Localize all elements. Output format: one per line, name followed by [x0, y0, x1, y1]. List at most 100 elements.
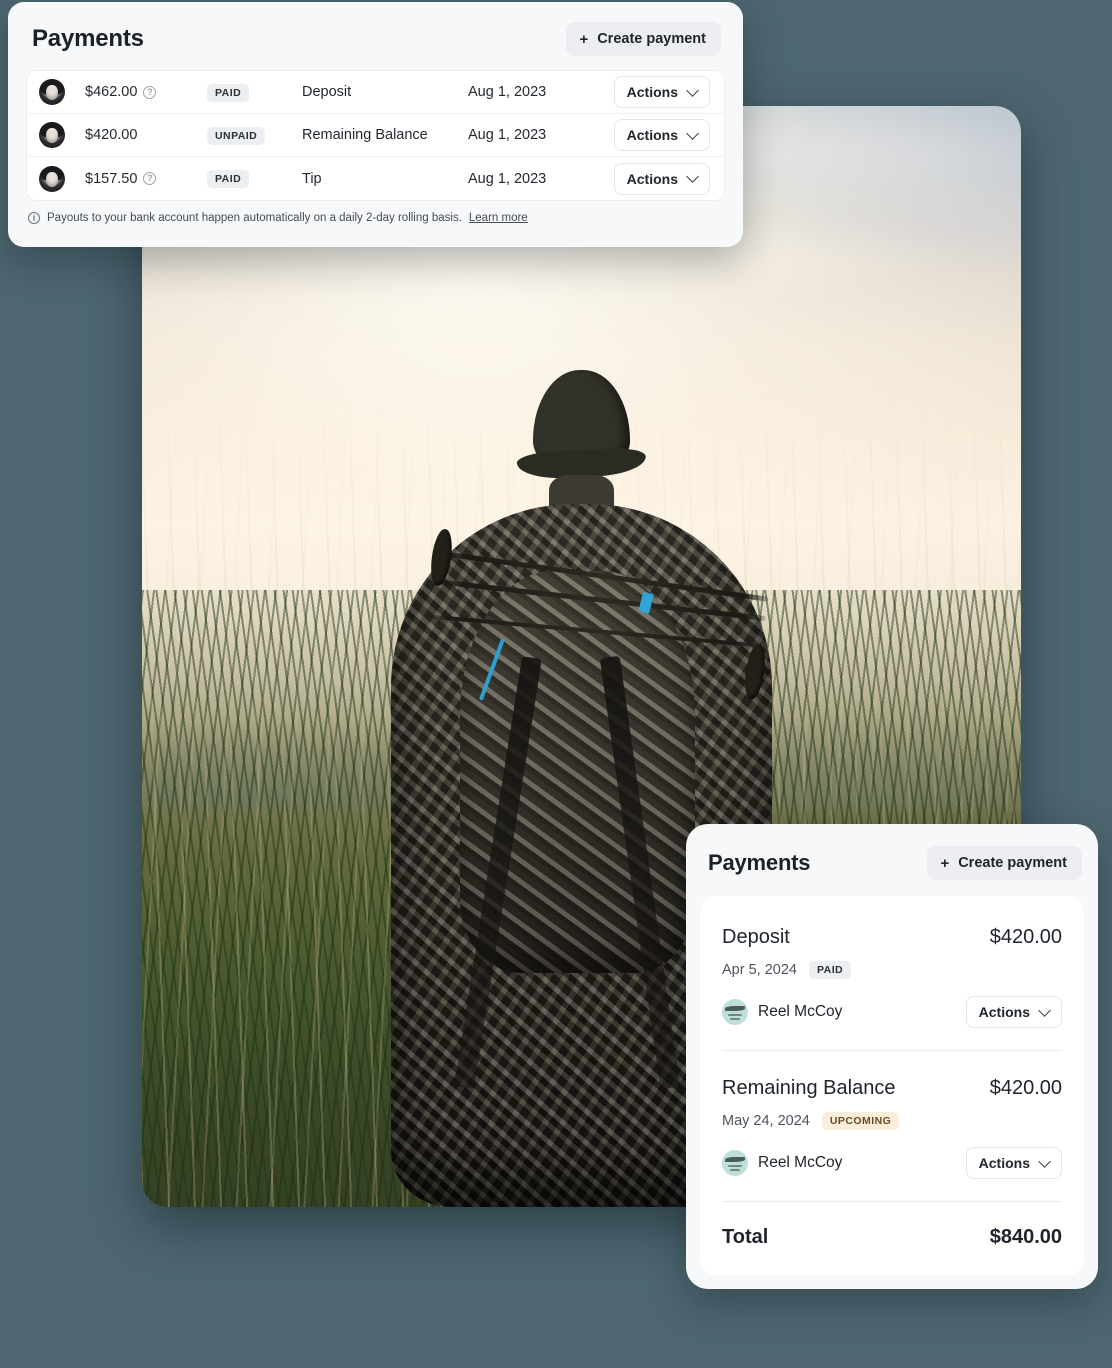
status-badge: PAID	[808, 961, 852, 979]
chevron-down-icon	[686, 83, 699, 97]
list-item-footer: Reel McCoy Actions	[722, 1147, 1062, 1179]
create-payment-button[interactable]: + Create payment	[927, 846, 1082, 880]
payments-table-card: Payments + Create payment $462.00 ? PAID…	[8, 2, 743, 247]
vendor: Reel McCoy	[722, 1150, 842, 1176]
help-icon[interactable]: ?	[143, 172, 157, 185]
plus-icon: +	[940, 854, 950, 872]
table-row[interactable]: $157.50 ? PAID Tip Aug 1, 2023 Actions	[27, 157, 724, 200]
actions-button-label: Actions	[626, 170, 678, 187]
payment-date: Apr 5, 2024	[722, 962, 797, 978]
bow-cam-left	[428, 527, 455, 587]
chevron-down-icon	[1038, 1003, 1051, 1017]
payment-name: Remaining Balance	[722, 1077, 896, 1099]
row-actions-cell: Actions	[613, 119, 710, 151]
vendor: Reel McCoy	[722, 999, 842, 1025]
fish-logo-icon	[722, 999, 748, 1025]
payments-summary-header: Payments + Create payment	[686, 824, 1098, 896]
bow-limb-upper	[439, 550, 769, 602]
bow-blue-cable	[478, 638, 505, 701]
actions-button[interactable]: Actions	[965, 1147, 1062, 1179]
create-payment-label: Create payment	[958, 855, 1067, 871]
payment-date: May 24, 2024	[722, 1113, 810, 1129]
actions-button-label: Actions	[978, 1004, 1030, 1020]
list-item: Deposit $420.00 Apr 5, 2024 PAID Reel Mc…	[722, 900, 1062, 1051]
status-badge: PAID	[207, 83, 250, 102]
fish-shape	[725, 1157, 745, 1162]
actions-button-label: Actions	[626, 127, 678, 143]
logo-text-line-2	[730, 1169, 740, 1171]
bow-blue-accent	[637, 591, 653, 613]
status-badge: UNPAID	[207, 126, 266, 145]
payment-name: Deposit	[722, 926, 790, 948]
status-badge: UPCOMING	[821, 1112, 900, 1130]
payments-summary-card: Payments + Create payment Deposit $420.0…	[686, 824, 1098, 1289]
table-row[interactable]: $462.00 ? PAID Deposit Aug 1, 2023 Actio…	[27, 71, 724, 114]
status-badge-cell: UNPAID	[207, 126, 302, 145]
create-payment-button[interactable]: + Create payment	[566, 22, 721, 56]
payment-description: Deposit	[302, 84, 352, 100]
vendor-name: Reel McCoy	[758, 1003, 843, 1020]
bow-riser	[435, 578, 766, 621]
fish-logo-icon	[722, 1150, 748, 1176]
vendor-name: Reel McCoy	[758, 1154, 843, 1171]
logo-text-line-1	[728, 1014, 742, 1016]
payments-table: $462.00 ? PAID Deposit Aug 1, 2023 Actio…	[26, 70, 725, 201]
status-badge-cell: PAID	[207, 169, 302, 188]
row-actions-cell: Actions	[613, 162, 710, 195]
list-item-footer: Reel McCoy Actions	[722, 996, 1062, 1028]
list-item-header: Remaining Balance $420.00	[722, 1077, 1062, 1100]
list-item-meta: May 24, 2024 UPCOMING	[722, 1112, 1062, 1130]
table-row[interactable]: $420.00 UNPAID Remaining Balance Aug 1, …	[27, 114, 724, 157]
payment-description: Tip	[302, 170, 322, 187]
create-payment-label: Create payment	[597, 31, 706, 47]
payment-date: Aug 1, 2023	[468, 170, 547, 187]
actions-button[interactable]: Actions	[613, 119, 710, 151]
actions-button[interactable]: Actions	[613, 76, 710, 108]
chevron-down-icon	[1038, 1154, 1051, 1168]
page-title: Payments	[32, 25, 144, 52]
actions-button[interactable]: Actions	[613, 162, 710, 195]
chevron-down-icon	[686, 126, 699, 140]
actions-button[interactable]: Actions	[965, 996, 1062, 1028]
summary-title: Payments	[708, 850, 811, 875]
payment-amount-value: $420.00	[85, 127, 138, 143]
status-badge: PAID	[207, 170, 250, 188]
payment-amount: $420.00	[989, 926, 1062, 948]
payment-amount-value: $462.00	[85, 84, 138, 100]
list-item: Remaining Balance $420.00 May 24, 2024 U…	[722, 1051, 1062, 1202]
payment-description: Remaining Balance	[302, 127, 428, 143]
payment-amount: $462.00 ?	[85, 84, 207, 100]
logo-text-line-1	[728, 1165, 742, 1167]
payment-date: Aug 1, 2023	[468, 127, 547, 143]
row-actions-cell: Actions	[613, 76, 710, 108]
total-label: Total	[722, 1226, 769, 1248]
payment-amount: $157.50 ?	[85, 171, 207, 187]
payout-note-text: Payouts to your bank account happen auto…	[47, 212, 462, 224]
avatar	[39, 165, 65, 192]
payment-date: Aug 1, 2023	[468, 84, 547, 100]
payment-amount: $420.00	[989, 1077, 1062, 1099]
avatar	[39, 79, 65, 105]
help-icon[interactable]: ?	[143, 85, 157, 99]
payment-amount: $420.00	[85, 127, 207, 143]
actions-button-label: Actions	[626, 84, 678, 100]
total-value: $840.00	[989, 1226, 1062, 1248]
payout-note: i Payouts to your bank account happen au…	[8, 201, 743, 224]
info-icon: i	[28, 212, 40, 224]
status-badge-cell: PAID	[207, 83, 302, 102]
payments-summary-list: Deposit $420.00 Apr 5, 2024 PAID Reel Mc…	[700, 896, 1084, 1275]
list-item-header: Deposit $420.00	[722, 926, 1062, 949]
learn-more-link[interactable]: Learn more	[469, 212, 528, 224]
payment-amount-value: $157.50	[85, 170, 138, 187]
bow-limb-lower	[430, 614, 762, 648]
total-row: Total $840.00	[722, 1202, 1062, 1269]
chevron-down-icon	[686, 170, 699, 183]
logo-text-line-2	[730, 1018, 740, 1020]
fish-shape	[725, 1006, 745, 1011]
plus-icon: +	[579, 30, 589, 48]
actions-button-label: Actions	[978, 1155, 1030, 1171]
list-item-meta: Apr 5, 2024 PAID	[722, 961, 1062, 979]
compound-bow	[414, 516, 773, 778]
payments-table-header: Payments + Create payment	[8, 2, 743, 70]
avatar	[39, 122, 65, 148]
